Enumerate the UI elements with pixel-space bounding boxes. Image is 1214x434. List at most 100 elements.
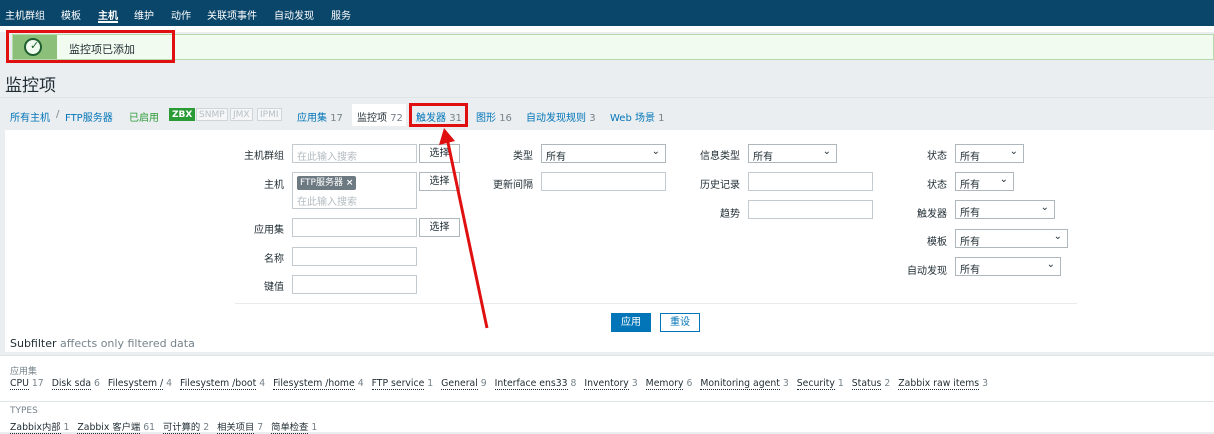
discovery-select[interactable]: 所有 ⌄	[955, 257, 1061, 276]
subfilter-type-item[interactable]: 简单检查 1	[271, 422, 317, 434]
host-group-select-button[interactable]: 选择	[419, 144, 460, 163]
subfilter-note: affects only filtered data	[60, 337, 195, 350]
subfilter-panel: 应用集 CPU 17 Disk sda 6 Filesystem / 4 Fil…	[0, 355, 1214, 434]
history-input[interactable]	[748, 172, 873, 191]
subfilter-type-item[interactable]: 相关项目 7	[217, 422, 263, 434]
chevron-down-icon: ⌄	[822, 146, 831, 157]
tab-discovery-rules[interactable]: 自动发现规则 3	[526, 109, 596, 124]
nav-actions[interactable]: 动作	[171, 7, 191, 22]
subfilter-app-item[interactable]: General 9	[441, 378, 487, 390]
nav-active-indicator	[98, 21, 118, 23]
state-select[interactable]: 所有 ⌄	[955, 144, 1024, 163]
annotation-box-triggers	[409, 103, 468, 127]
nav-correlation[interactable]: 关联项事件	[207, 7, 257, 22]
template-select-value: 所有	[960, 237, 980, 248]
application-label: 应用集	[254, 225, 284, 236]
subfilter-app-item[interactable]: Monitoring agent 3	[700, 378, 789, 390]
subfilter-app-item[interactable]: Inventory 3	[584, 378, 638, 390]
tab-web-scenarios[interactable]: Web 场景 1	[610, 109, 665, 124]
host-select-button[interactable]: 选择	[419, 172, 460, 191]
availability-jmx-badge: JMX	[230, 108, 253, 121]
tab-applications[interactable]: 应用集 17	[297, 109, 343, 124]
page-title: 监控项	[5, 76, 56, 96]
tab-items[interactable]: 监控项 72	[357, 109, 403, 124]
subfilter-app-item[interactable]: Filesystem / 4	[107, 378, 172, 390]
host-tag: FTP服务器 ×	[297, 176, 357, 190]
template-label: 模板	[927, 237, 947, 248]
apply-button[interactable]: 应用	[611, 313, 651, 332]
nav-hosts[interactable]: 主机	[98, 7, 118, 22]
subfilter-apps-list: CPU 17 Disk sda 6 Filesystem / 4 Filesys…	[10, 378, 993, 390]
chevron-down-icon: ⌄	[1046, 259, 1055, 270]
info-type-select[interactable]: 所有 ⌄	[748, 144, 837, 163]
subfilter-app-item[interactable]: Disk sda 6	[51, 378, 100, 390]
info-type-select-value: 所有	[753, 152, 773, 163]
type-select-value: 所有	[546, 152, 566, 163]
state-select-value: 所有	[960, 152, 980, 163]
subfilter-app-item[interactable]: Filesystem /boot 4	[180, 378, 265, 390]
subfilter-app-item[interactable]: FTP service 1	[371, 378, 433, 390]
subfilter-apps-header: 应用集	[10, 367, 38, 377]
availability-ipmi-badge: IPMI	[257, 108, 282, 121]
tab-discovery-rules-label: 自动发现规则	[526, 113, 586, 124]
chevron-down-icon: ⌄	[999, 174, 1008, 185]
host-status-enabled[interactable]: 已启用	[129, 109, 159, 124]
discovery-select-value: 所有	[960, 265, 980, 276]
triggers-select[interactable]: 所有 ⌄	[955, 200, 1055, 219]
chevron-down-icon: ⌄	[1009, 146, 1018, 157]
triggers-label: 触发器	[917, 209, 947, 220]
subfilter-app-item[interactable]: Filesystem /home 4	[273, 378, 364, 390]
header-divider	[0, 97, 1214, 98]
success-message: ✓ 监控项已添加	[12, 34, 1214, 60]
subfilter-type-item[interactable]: Zabbix内部 1	[10, 422, 69, 434]
nav-templates[interactable]: 模板	[61, 7, 81, 22]
nav-discovery[interactable]: 自动发现	[274, 7, 314, 22]
key-input[interactable]	[292, 275, 417, 294]
interval-label: 更新间隔	[493, 180, 533, 191]
host-group-input[interactable]: 在此输入搜索	[292, 144, 417, 163]
reset-button[interactable]: 重设	[660, 313, 700, 332]
breadcrumb-separator: /	[56, 109, 60, 120]
subfilter-app-item[interactable]: Security 1	[796, 378, 844, 390]
subfilter-app-item[interactable]: Status 2	[851, 378, 890, 390]
breadcrumb-host[interactable]: FTP服务器	[65, 109, 113, 124]
chevron-down-icon: ⌄	[1053, 231, 1062, 242]
subfilter-app-item[interactable]: CPU 17	[10, 378, 44, 390]
tag-remove-icon[interactable]: ×	[346, 178, 354, 188]
chevron-down-icon: ⌄	[651, 146, 660, 157]
tab-graphs-label: 图形	[476, 113, 496, 124]
subfilter-heading: Subfilter affects only filtered data	[10, 337, 195, 350]
name-input[interactable]	[292, 247, 417, 266]
info-type-label: 信息类型	[700, 151, 740, 162]
application-select-button[interactable]: 选择	[419, 218, 460, 237]
tab-graphs[interactable]: 图形 16	[476, 109, 512, 124]
subfilter-type-item[interactable]: Zabbix 客户端 61	[77, 422, 155, 434]
tab-items-count: 72	[390, 113, 403, 124]
triggers-select-value: 所有	[960, 208, 980, 219]
type-select[interactable]: 所有 ⌄	[541, 144, 666, 163]
trend-input[interactable]	[748, 200, 873, 219]
subfilter-app-item[interactable]: Zabbix raw items 3	[898, 378, 988, 390]
top-nav: 主机群组 模板 主机 维护 动作 关联项事件 自动发现 服务	[0, 0, 1214, 26]
interval-input[interactable]	[541, 172, 666, 191]
tab-web-scenarios-label: Web 场景	[610, 113, 655, 124]
nav-host-groups[interactable]: 主机群组	[5, 7, 45, 22]
tab-items-label: 监控项	[357, 113, 387, 124]
nav-bottom-strip	[0, 26, 1214, 32]
subfilter-type-item[interactable]: 可计算的 2	[163, 422, 209, 434]
host-tag-label: FTP服务器	[300, 178, 343, 188]
subfilter-app-item[interactable]: Interface ens33 8	[494, 378, 576, 390]
nav-maintenance[interactable]: 维护	[134, 7, 154, 22]
trend-label: 趋势	[720, 209, 740, 220]
template-select[interactable]: 所有 ⌄	[955, 229, 1068, 248]
type-label: 类型	[513, 151, 533, 162]
application-input[interactable]	[292, 218, 417, 237]
status-select[interactable]: 所有 ⌄	[955, 172, 1014, 191]
host-group-label: 主机群组	[244, 151, 284, 162]
subfilter-app-item[interactable]: Memory 6	[645, 378, 692, 390]
host-search-placeholder[interactable]: 在此输入搜索	[297, 193, 357, 208]
nav-services[interactable]: 服务	[331, 7, 351, 22]
breadcrumb-all-hosts[interactable]: 所有主机	[10, 109, 50, 124]
state-label: 状态	[927, 151, 947, 162]
host-label: 主机	[264, 180, 284, 191]
